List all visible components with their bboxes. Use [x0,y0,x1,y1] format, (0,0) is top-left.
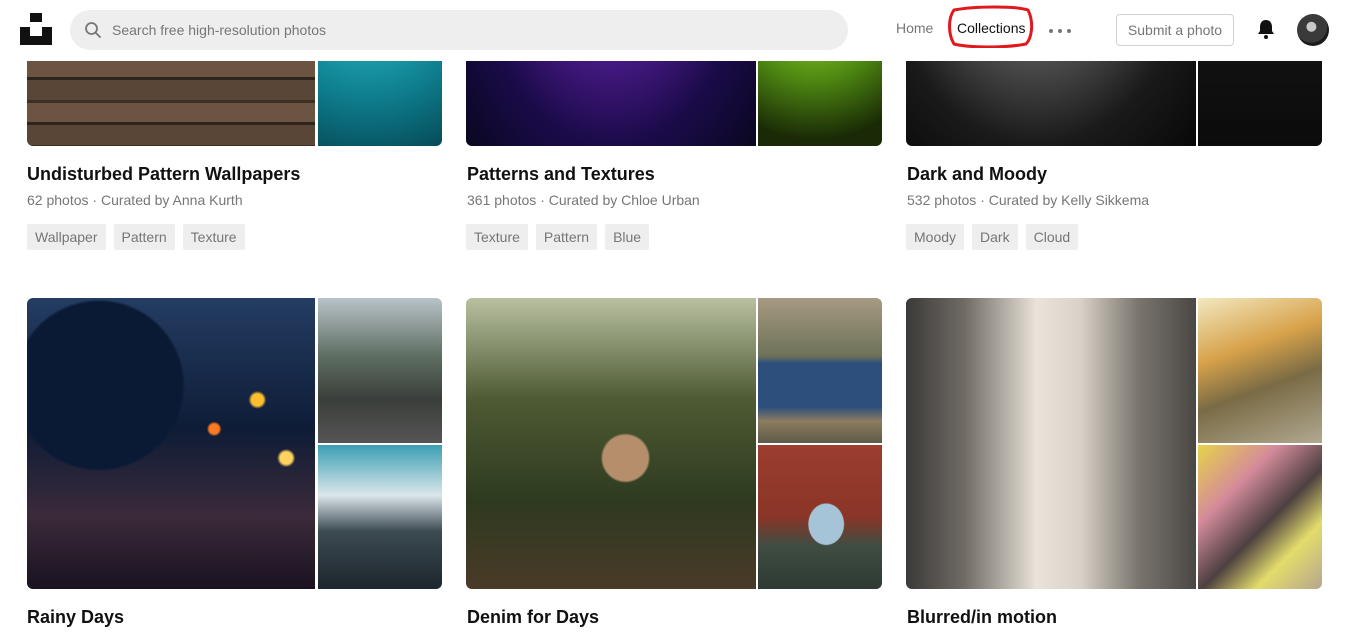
search-input[interactable] [112,10,812,50]
collection-title[interactable]: Denim for Days [467,607,599,628]
tag[interactable]: Pattern [113,224,175,250]
search-bar[interactable] [70,10,848,50]
collection-meta: 361 photos · Curated by Chloe Urban [467,192,700,208]
collection-cover-side-bottom[interactable] [1198,445,1322,589]
photo-count: 532 photos [907,192,977,208]
photo-count: 62 photos [27,192,89,208]
collection-meta: 62 photos · Curated by Anna Kurth [27,192,243,208]
collection-meta: 532 photos · Curated by Kelly Sikkema [907,192,1149,208]
collection-cover-side-top[interactable] [758,298,882,443]
collection-cover-side-top[interactable] [318,298,442,443]
tag[interactable]: Dark [972,224,1018,250]
submit-photo-button[interactable]: Submit a photo [1116,14,1234,46]
meta-separator: · [980,192,985,208]
tag-list: Moody Dark Cloud [906,224,1079,250]
tag[interactable]: Pattern [535,224,598,250]
meta-separator: · [92,192,98,208]
search-icon[interactable] [84,21,102,39]
meta-separator: · [540,192,545,208]
tag-list: Wallpaper Pattern Texture [27,224,245,250]
tag[interactable]: Texture [182,224,245,250]
collection-title[interactable]: Rainy Days [27,607,124,628]
curator-link[interactable]: Curated by Chloe Urban [549,192,700,208]
curator-link[interactable]: Curated by Kelly Sikkema [989,192,1149,208]
collection-cover-main[interactable] [906,298,1196,589]
nav-collections-link[interactable]: Collections [957,20,1025,36]
collection-cover-side-top[interactable] [1198,298,1322,443]
collection-cover-side-bottom[interactable] [758,445,882,589]
collection-cover-main[interactable] [466,298,756,589]
tag[interactable]: Cloud [1025,224,1079,250]
collection-title[interactable]: Undisturbed Pattern Wallpapers [27,164,300,185]
tag[interactable]: Moody [906,224,965,250]
unsplash-logo[interactable] [20,13,52,45]
bell-icon[interactable] [1254,17,1278,41]
collection-cover-main[interactable] [27,298,315,589]
curator-link[interactable]: Curated by Anna Kurth [101,192,243,208]
collection-title[interactable]: Blurred/in motion [907,607,1057,628]
collection-title[interactable]: Dark and Moody [907,164,1047,185]
photo-count: 361 photos [467,192,537,208]
nav-home-link[interactable]: Home [896,20,933,36]
user-avatar[interactable] [1297,14,1329,46]
tag-list: Texture Pattern Blue [466,224,650,250]
more-icon[interactable] [1047,20,1073,40]
tag[interactable]: Blue [605,224,650,250]
collection-title[interactable]: Patterns and Textures [467,164,655,185]
tag[interactable]: Texture [466,224,528,250]
collection-cover-side-bottom[interactable] [318,445,442,589]
top-navbar: Home Collections Submit a photo [0,0,1348,61]
tag[interactable]: Wallpaper [27,224,106,250]
